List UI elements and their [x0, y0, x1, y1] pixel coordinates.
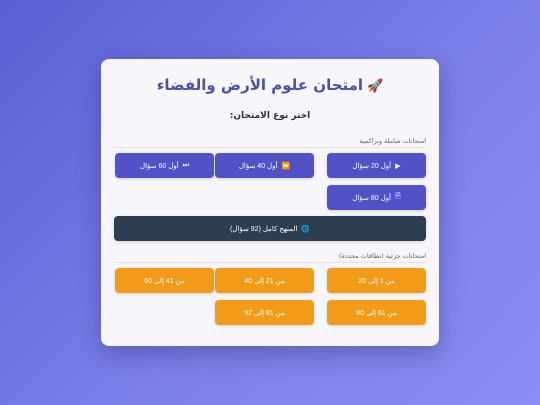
range-1-20-button[interactable]: من 1 إلى 20: [327, 268, 426, 293]
skip-forward-icon: ⏭: [182, 161, 189, 169]
range-21-40-button[interactable]: من 21 إلى 40: [215, 268, 314, 293]
fast-forward-icon: ⏩: [281, 162, 291, 170]
globe-icon: 🌐: [301, 225, 311, 233]
rocket-icon: 🚀: [367, 79, 384, 94]
first-60-button[interactable]: ⏭ أول 60 سؤال: [115, 153, 214, 178]
range-81-92-button[interactable]: من 81 إلى 92: [215, 300, 314, 325]
section-divider: [114, 262, 426, 263]
comprehensive-section-label: امتحانات شاملة وتراكمية: [359, 137, 426, 145]
range-41-60-button[interactable]: من 41 إلى 60: [115, 268, 214, 293]
button-label: من 61 إلى 80: [356, 309, 397, 317]
first-80-button[interactable]: 🗎 أول 80 سؤال: [327, 185, 426, 210]
exam-type-prompt: اختر نوع الامتحان:: [229, 111, 311, 121]
exam-card: 🚀امتحان علوم الأرض والفضاء اختر نوع الام…: [101, 59, 439, 346]
play-icon: ▶: [395, 162, 401, 170]
section-divider: [114, 147, 426, 148]
button-label: أول 60 سؤال: [140, 162, 179, 170]
button-label: المنهج كامل (92 سؤال): [229, 225, 298, 233]
first-40-button[interactable]: ⏩ أول 40 سؤال: [215, 153, 314, 178]
partial-section-label: امتحانات جزئية (نطاقات محددة): [338, 252, 426, 260]
range-61-80-button[interactable]: من 61 إلى 80: [327, 300, 426, 325]
button-label: أول 80 سؤال: [352, 194, 391, 202]
button-label: من 1 إلى 20: [358, 277, 395, 285]
full-curriculum-button[interactable]: 🌐 المنهج كامل (92 سؤال): [114, 216, 426, 241]
document-icon: 🗎: [395, 193, 401, 200]
button-label: من 21 إلى 40: [244, 277, 285, 285]
first-20-button[interactable]: ▶ أول 20 سؤال: [327, 153, 426, 178]
button-label: من 81 إلى 92: [244, 309, 285, 317]
button-label: أول 20 سؤال: [352, 162, 392, 170]
button-label: من 41 إلى 60: [144, 277, 185, 285]
title-text: امتحان علوم الأرض والفضاء: [156, 76, 364, 94]
page-title: 🚀امتحان علوم الأرض والفضاء: [101, 76, 439, 94]
button-label: أول 40 سؤال: [238, 162, 278, 170]
